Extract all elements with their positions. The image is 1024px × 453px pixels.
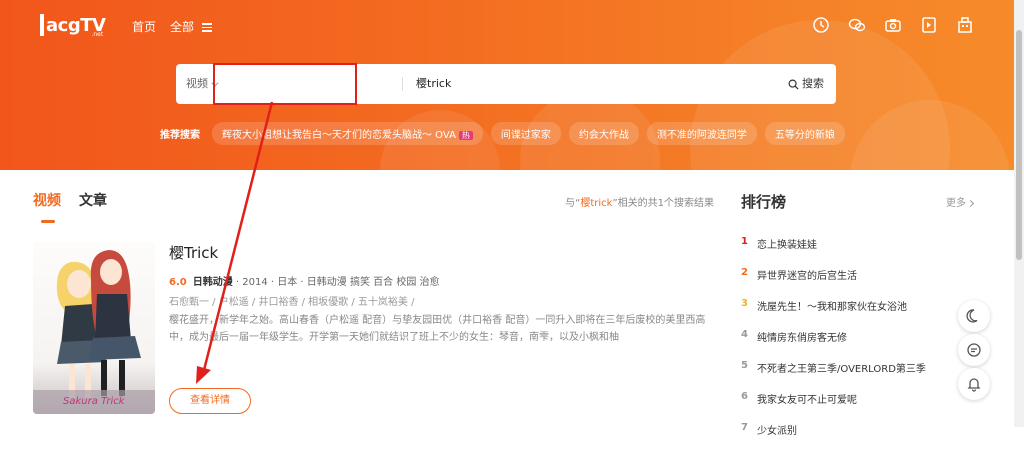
ranking-item[interactable]: 4 纯情房东俏房客无修 [741, 329, 961, 360]
anime-meta: 6.0 日韩动漫 · 2014 · 日本 · 日韩动漫 搞笑 百合 校园 治愈 [169, 273, 440, 288]
bookmark-icon[interactable] [920, 16, 938, 34]
search-divider [402, 77, 403, 91]
ranking-item[interactable]: 1 恋上换装娃娃 [741, 236, 961, 267]
hot-search-tag[interactable]: 辉夜大小姐想让我告白～天才们的恋爱头脑战～ OVA 热 [212, 122, 483, 145]
nav-all-label: 全部 [170, 20, 195, 34]
search-input[interactable]: 樱trick [416, 64, 451, 104]
hot-search-tag[interactable]: 间谍过家家 [490, 122, 561, 145]
anime-score: 6.0 [169, 277, 187, 288]
ranking-more-link[interactable]: 更多 [946, 194, 975, 209]
anime-description: 樱花盛开，新学年之始。高山春香（户松遥 配音）与挚友园田优（井口裕香 配音）一同… [169, 315, 706, 343]
hot-searches: 推荐搜索 辉夜大小姐想让我告白～天才们的恋爱头脑战～ OVA 热 间谍过家家 约会… [160, 122, 845, 145]
search-icon [788, 79, 799, 90]
message-icon [967, 343, 981, 357]
hot-search-tag[interactable]: 测不准的阿波连同学 [646, 122, 757, 145]
chat-icon[interactable] [848, 16, 866, 34]
search-button[interactable]: 搜索 [788, 64, 824, 104]
result-tabs: 视频 文章 [33, 190, 107, 223]
hot-search-tag[interactable]: 约会大作战 [568, 122, 639, 145]
result-count: 与“樱trick”相关的共1个搜索结果 [565, 198, 714, 209]
nav-all[interactable]: 全部 [170, 18, 212, 35]
ranking-title: 排行榜 [741, 193, 787, 211]
camera-icon[interactable] [884, 16, 902, 34]
menu-icon [201, 21, 212, 34]
moon-icon [966, 309, 978, 323]
anime-category: 日韩动漫 [192, 277, 233, 288]
ranking-item[interactable]: 3 洗屋先生！～我和那家伙在女浴池 [741, 298, 961, 329]
logo-subtext: .net [91, 31, 104, 38]
anime-title[interactable]: 樱Trick [169, 242, 218, 263]
ranking-item[interactable]: 6 我家女友可不止可爱呢 [741, 391, 961, 422]
nav-home[interactable]: 首页 [132, 18, 156, 35]
anime-meta-rest: · 2014 · 日本 · 日韩动漫 搞笑 百合 校园 治愈 [235, 277, 440, 288]
clock-icon[interactable] [812, 16, 830, 34]
building-icon[interactable] [956, 16, 974, 34]
poster-logo-text: Sakura Trick [63, 396, 125, 407]
feedback-button[interactable] [958, 334, 990, 366]
hot-badge: 热 [458, 131, 473, 140]
notification-button[interactable] [958, 368, 990, 400]
ranking-item[interactable]: 5 不死者之王第三季/OVERLORD第三季 [741, 360, 961, 391]
ranking-list: 1 恋上换装娃娃 2 异世界迷宫的后宫生活 3 洗屋先生！～我和那家伙在女浴池 4 纯情… [741, 236, 961, 453]
scrollbar-thumb[interactable] [1016, 30, 1022, 260]
header-toolbar [812, 16, 974, 34]
logo-bar [40, 14, 44, 36]
chevron-right-icon [966, 199, 975, 208]
anime-cast: 石愈甄一 / 户松遥 / 井口裕香 / 相坂優歌 / 五十岚裕美 / [169, 297, 415, 308]
hot-search-tag[interactable]: 五等分的新娘 [764, 122, 845, 145]
tab-article[interactable]: 文章 [79, 190, 107, 210]
view-details-button[interactable]: 查看详情 [169, 388, 251, 414]
anime-poster[interactable]: Sakura Trick [33, 242, 155, 414]
bell-icon [967, 378, 981, 392]
hot-searches-label: 推荐搜索 [160, 130, 200, 141]
site-logo[interactable]: acgTV .net [40, 14, 106, 38]
search-highlight-annotation [213, 63, 357, 105]
page-scrollbar[interactable] [1014, 0, 1024, 427]
search-type-select[interactable]: 视频 [186, 64, 219, 104]
dark-mode-button[interactable] [958, 300, 990, 332]
ranking-item[interactable]: 2 异世界迷宫的后宫生活 [741, 267, 961, 298]
tab-underline [41, 220, 55, 223]
tab-video[interactable]: 视频 [33, 190, 61, 210]
